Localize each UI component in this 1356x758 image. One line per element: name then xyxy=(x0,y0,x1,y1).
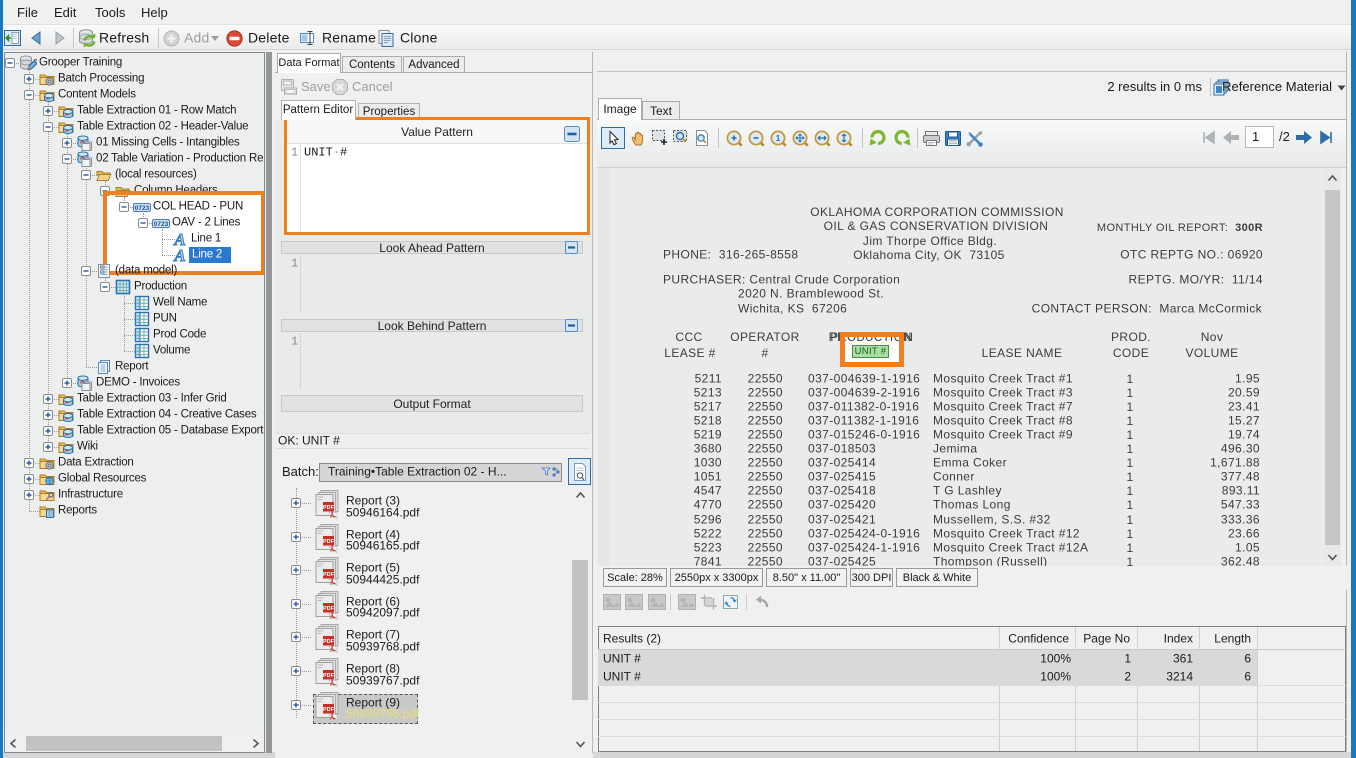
svg-text:PDF: PDF xyxy=(323,673,335,679)
svg-text:1: 1 xyxy=(775,134,780,143)
svg-text:PDF: PDF xyxy=(323,572,335,578)
svg-text:PDF: PDF xyxy=(323,505,335,511)
svg-text:PDF: PDF xyxy=(323,707,335,713)
svg-text:PDF: PDF xyxy=(323,539,335,545)
svg-text:PDF: PDF xyxy=(323,606,335,612)
svg-text:PDF: PDF xyxy=(323,639,335,645)
